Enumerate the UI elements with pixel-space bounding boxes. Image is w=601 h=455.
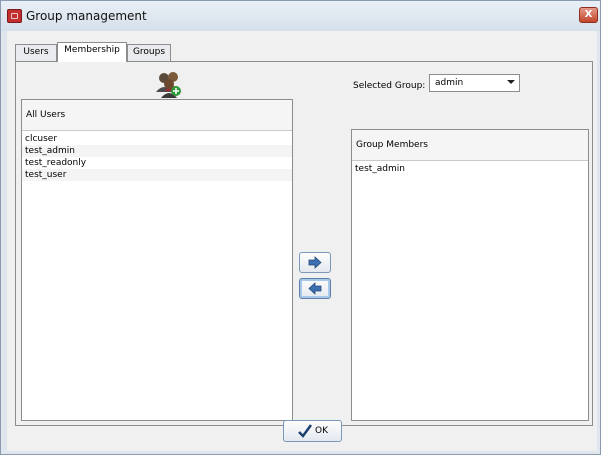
list-item[interactable]: clcuser	[22, 133, 292, 145]
window-title: Group management	[26, 9, 147, 23]
selected-group-label: Selected Group:	[353, 81, 426, 91]
membership-panel: Selected Group: admin All Users clcuser …	[15, 61, 593, 426]
list-item[interactable]: test_admin	[352, 163, 588, 175]
group-members-list-body: test_admin	[352, 163, 588, 420]
checkmark-icon	[298, 424, 312, 438]
arrow-right-icon	[308, 256, 322, 269]
tab-users[interactable]: Users	[15, 44, 57, 61]
users-group-icon	[156, 72, 181, 98]
group-members-list[interactable]: Group Members test_admin	[351, 129, 589, 421]
all-users-list-body: clcuser test_admin test_readonly test_us…	[22, 133, 292, 420]
dialog-client-area: Users Membership Groups Selected Group: …	[7, 31, 597, 451]
all-users-list[interactable]: All Users clcuser test_admin test_readon…	[21, 99, 293, 421]
ok-button-label: OK	[315, 426, 328, 436]
add-member-button[interactable]	[299, 252, 331, 273]
chevron-down-icon	[507, 80, 515, 84]
tab-membership[interactable]: Membership	[57, 42, 127, 62]
all-users-header: All Users	[22, 100, 292, 131]
group-select-value: admin	[435, 78, 464, 88]
list-item[interactable]: test_user	[22, 169, 292, 181]
title-bar[interactable]: Group management X	[1, 1, 600, 31]
list-item[interactable]: test_readonly	[22, 157, 292, 169]
group-members-header: Group Members	[352, 130, 588, 161]
arrow-left-icon	[308, 282, 322, 295]
ok-button[interactable]: OK	[283, 420, 342, 442]
app-icon	[7, 9, 22, 23]
list-item[interactable]: test_admin	[22, 145, 292, 157]
close-button[interactable]: X	[579, 7, 598, 23]
group-select-dropdown[interactable]: admin	[429, 74, 520, 92]
tab-groups[interactable]: Groups	[127, 44, 171, 61]
remove-member-button[interactable]	[299, 278, 331, 299]
group-management-window: Group management X Users Membership Grou…	[0, 0, 601, 455]
